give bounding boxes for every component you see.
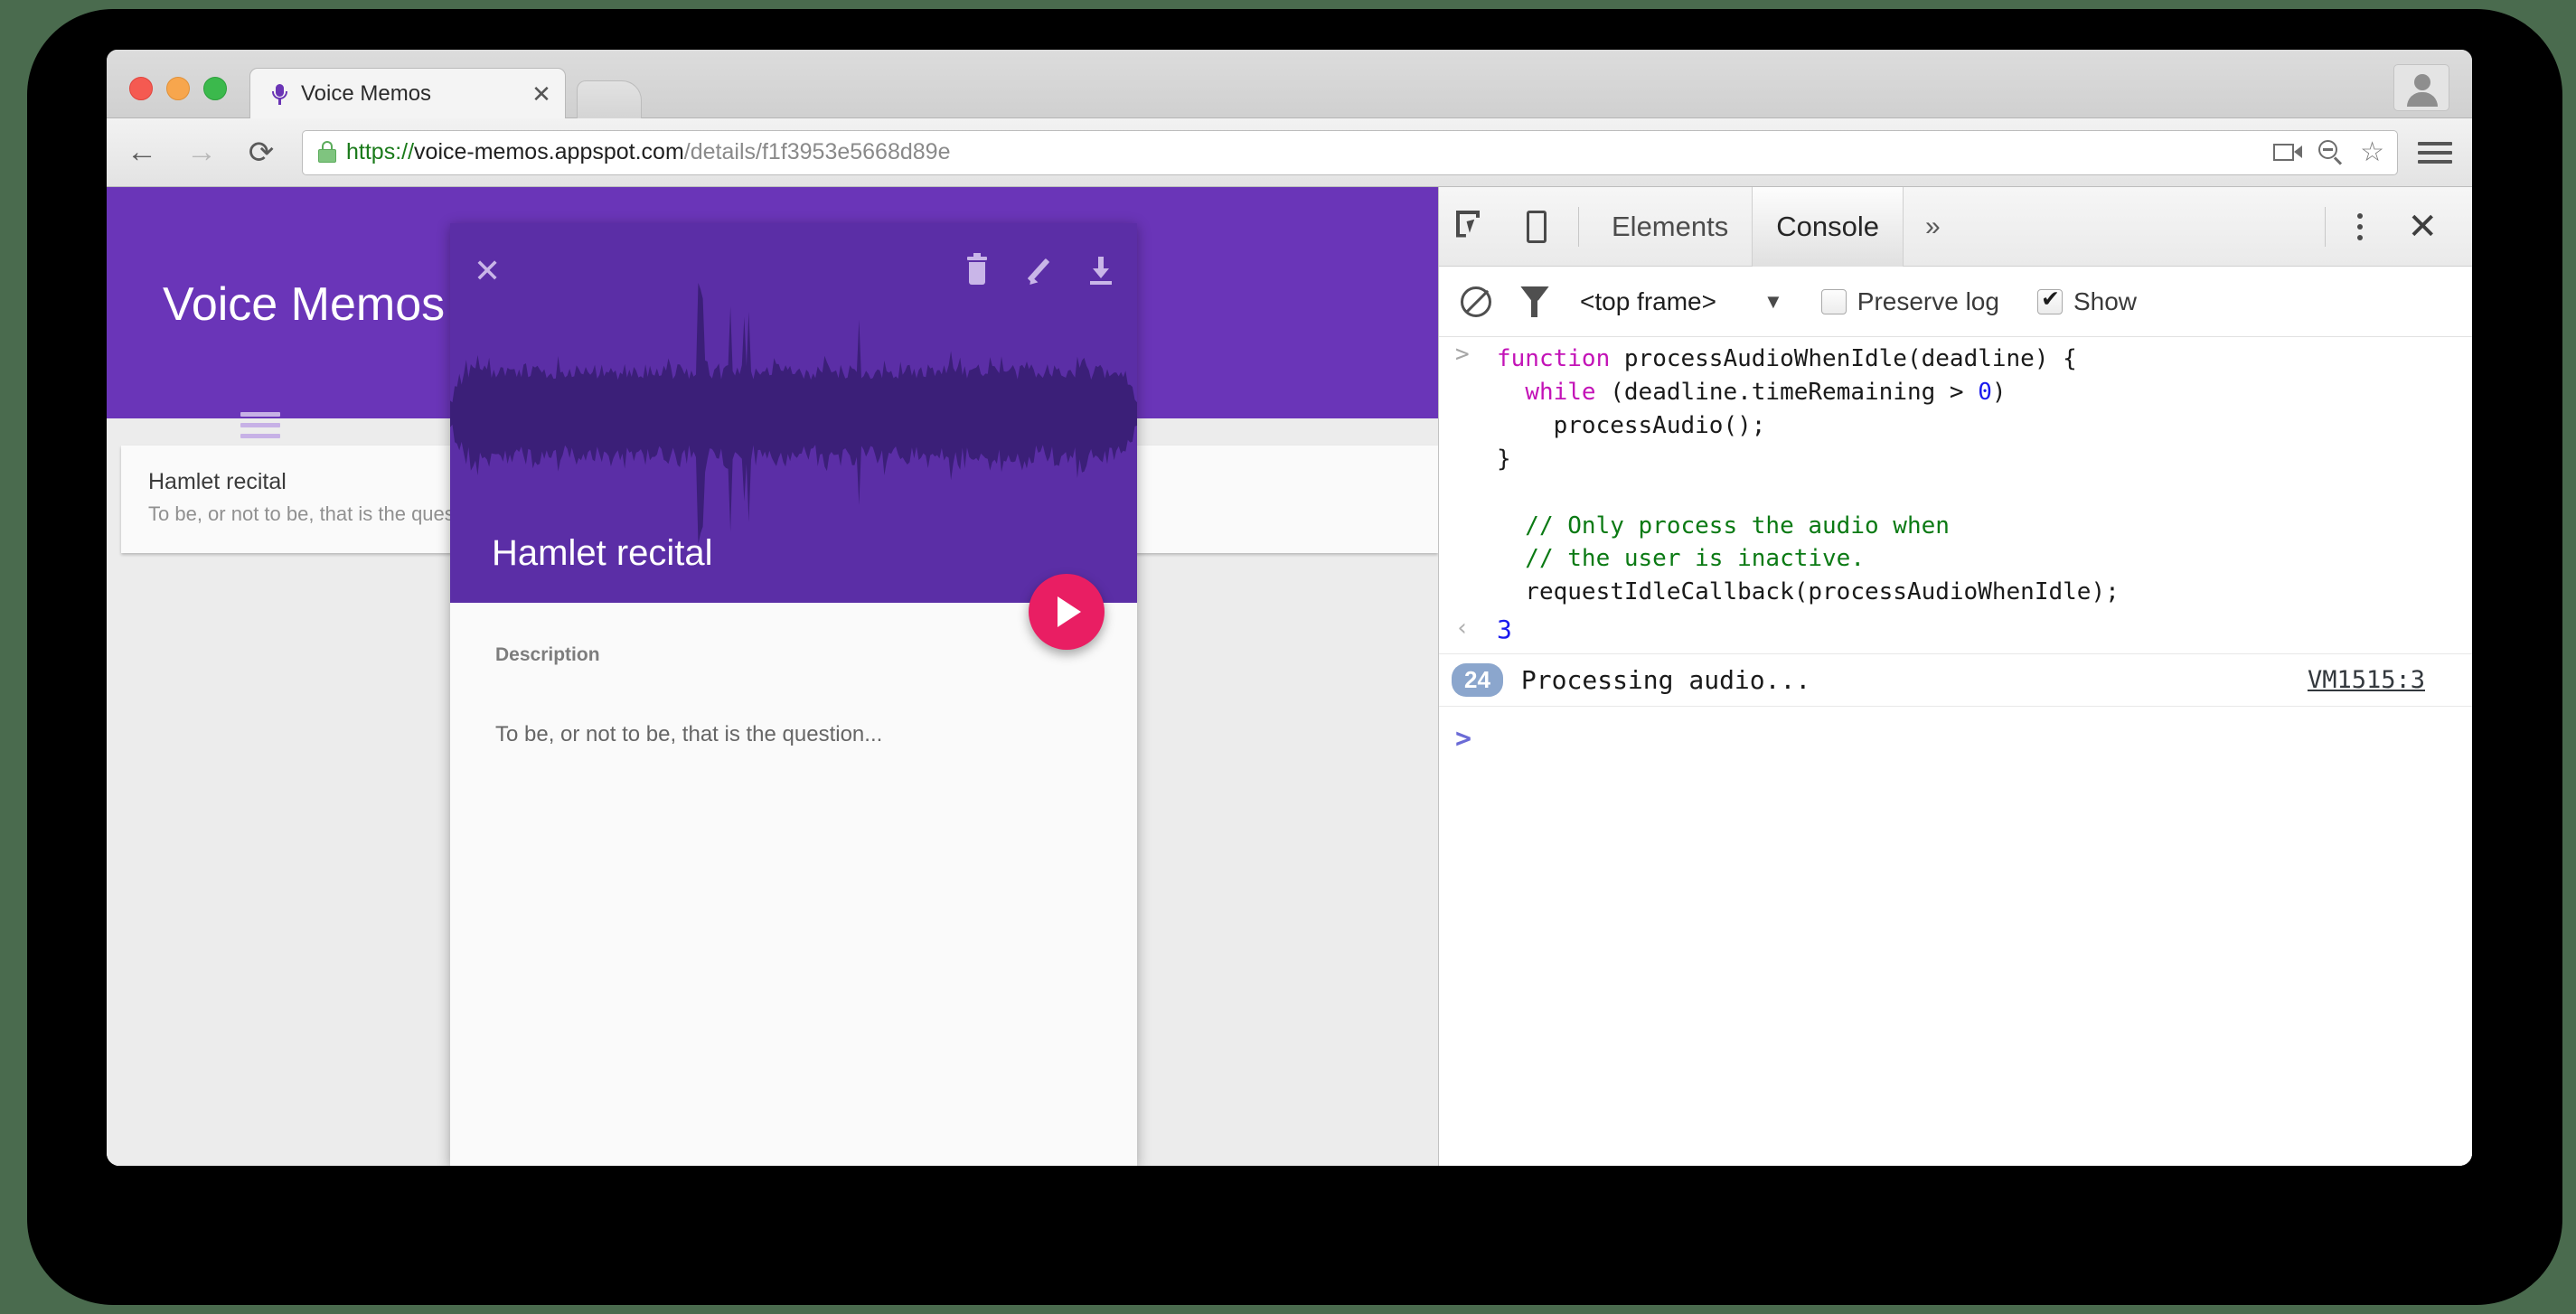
play-button[interactable] [1029,574,1105,650]
browser-window: Voice Memos ✕ ← → ⟳ https://voice-memos.… [107,50,2472,1166]
address-bar[interactable]: https://voice-memos.appspot.com/details/… [302,129,2398,175]
url-scheme: https:// [346,139,415,164]
console-result: ‹ 3 [1439,609,2472,653]
tab-elements[interactable]: Elements [1588,187,1752,267]
description-text: To be, or not to be, that is the questio… [495,722,883,746]
lock-icon [317,140,337,164]
preserve-log-label: Preserve log [1857,286,1999,315]
result-arrow-icon: ‹ [1455,615,1470,643]
console-output[interactable]: > function processAudioWhenIdle(deadline… [1439,337,2472,1166]
delete-icon[interactable] [965,253,989,286]
window-minimize-button[interactable] [166,77,190,100]
window-close-button[interactable] [129,77,153,100]
clear-console-icon[interactable] [1461,286,1491,317]
repeat-count-badge: 24 [1452,663,1503,698]
page-title: Voice Memos [163,278,446,331]
tab-title: Voice Memos [301,81,432,106]
detail-actions: ✕ [450,247,1137,296]
filter-icon[interactable] [1520,286,1549,317]
detail-title: Hamlet recital [492,533,713,573]
url-path: /details/f1f3953e5668d89e [683,139,951,164]
more-tabs-icon[interactable]: » [1904,211,1962,242]
console-filter-bar: <top frame> ▼ Preserve log Show [1439,267,2472,337]
show-all-messages-checkbox[interactable]: Show [2036,286,2137,316]
device-toolbar-icon[interactable] [1504,187,1569,267]
window-zoom-button[interactable] [203,77,227,100]
zoom-out-icon[interactable] [2318,139,2344,165]
voice-memos-app: Voice Memos Hamlet recital To be, or not… [107,187,1438,1166]
app-menu-icon[interactable] [240,406,280,445]
download-icon[interactable] [1088,257,1114,286]
reload-button[interactable]: ⟳ [237,128,286,177]
inspect-element-icon[interactable] [1439,187,1504,267]
close-devtools-icon[interactable]: ✕ [2385,209,2472,245]
url-text: https://voice-memos.appspot.com/details/… [346,139,950,165]
new-tab-button[interactable] [577,80,642,119]
console-log-row[interactable]: 24 Processing audio... VM1515:3 [1439,653,2472,708]
microphone-icon [270,83,288,105]
description-label: Description [495,644,600,665]
browser-tab-voice-memos[interactable]: Voice Memos ✕ [249,68,566,119]
back-button[interactable]: ← [118,128,166,177]
prompt-caret-icon: > [1455,723,1472,756]
url-host: voice-memos.appspot.com [414,139,684,164]
divider [1578,206,1579,247]
console-prompt-row[interactable]: > [1439,707,2472,755]
input-prompt-icon: > [1455,341,1470,368]
play-icon [1058,596,1081,627]
preserve-log-checkbox[interactable]: Preserve log [1820,286,1999,316]
console-input-entry: > function processAudioWhenIdle(deadline… [1439,337,2472,609]
edit-icon[interactable] [1025,257,1052,288]
forward-button[interactable]: → [177,128,226,177]
audio-waveform [450,283,1137,544]
checkbox-box [2036,286,2063,314]
console-input-code: function processAudioWhenIdle(deadline) … [1497,345,2120,606]
detail-hero: ✕ Hamlet recital [450,223,1137,603]
more-options-icon[interactable] [2335,212,2385,240]
browser-tab-strip: Voice Memos ✕ [107,50,2472,119]
devtools-tabbar: Elements Console » ✕ [1439,186,2472,267]
result-value: 3 [1497,615,1512,645]
checkbox-box [1820,288,1847,314]
divider [2325,206,2327,247]
show-all-messages-label: Show [2073,286,2137,315]
bookmark-star-icon[interactable]: ☆ [2360,138,2384,166]
frame-selector[interactable]: <top frame> [1580,287,1716,316]
memo-detail-card: ✕ Hamlet recital Description To be, or n… [450,223,1137,1166]
chevron-down-icon[interactable]: ▼ [1763,290,1783,314]
profile-avatar-icon[interactable] [2393,64,2449,111]
cast-icon[interactable] [2273,142,2303,163]
log-source-link[interactable]: VM1515:3 [2308,666,2425,694]
browser-menu-icon[interactable] [2411,136,2459,169]
tab-close-icon[interactable]: ✕ [523,82,559,106]
tab-console[interactable]: Console [1752,186,1904,267]
page-content: Voice Memos Hamlet recital To be, or not… [107,186,2472,1166]
close-icon[interactable]: ✕ [474,255,501,287]
log-message: Processing audio... [1520,665,1811,696]
browser-toolbar: ← → ⟳ https://voice-memos.appspot.com/de… [107,118,2472,187]
devtools-panel: Elements Console » ✕ <top frame> ▼ Prese… [1438,186,2472,1166]
